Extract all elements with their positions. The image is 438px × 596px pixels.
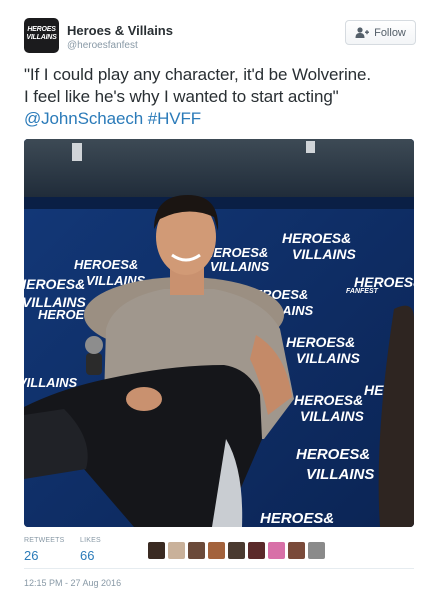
backdrop-logo-13: HEROES& (260, 510, 334, 527)
liker-avatar[interactable] (308, 542, 325, 559)
backdrop-logo-4b: VILLAINS (292, 246, 356, 262)
backdrop-logo-12b: VILLAINS (306, 466, 374, 483)
follow-user-icon (355, 27, 370, 38)
liker-avatar[interactable] (228, 542, 245, 559)
backdrop-logo-tag: FANFEST (346, 288, 379, 295)
tweet-photo[interactable]: HEROES& VILLAINS HEROES& VILLAINS HEROES… (24, 139, 414, 527)
tweet-text: "If I could play any character, it'd be … (24, 64, 424, 130)
hashtag-link[interactable]: #HVFF (148, 109, 201, 128)
retweets-label: RETWEETS (24, 537, 65, 544)
retweets-count[interactable]: 26 (24, 548, 38, 563)
profile-avatar[interactable]: HEROES VILLAINS (24, 18, 59, 53)
follow-button[interactable]: Follow (345, 20, 416, 45)
backdrop-logo-10: VILLAINS (24, 375, 78, 390)
display-name[interactable]: Heroes & Villains (67, 23, 173, 38)
backdrop-logo-11: HEROES& (294, 392, 363, 408)
backdrop-logo-4: HEROES& (282, 230, 351, 246)
tweet-line-1: "If I could play any character, it'd be … (24, 65, 371, 84)
backdrop-logo-12: HEROES& (296, 446, 370, 463)
tweet-stats: RETWEETS 26 LIKES 66 (24, 533, 414, 569)
avatar-logo-line1: HEROES (27, 26, 56, 33)
tweet-timestamp[interactable]: 12:15 PM - 27 Aug 2016 (24, 578, 121, 588)
tweet-header: HEROES VILLAINS Heroes & Villains @heroe… (24, 18, 416, 58)
liker-avatar[interactable] (168, 542, 185, 559)
photo-image: HEROES& VILLAINS HEROES& VILLAINS HEROES… (24, 139, 414, 527)
likes-count[interactable]: 66 (80, 548, 94, 563)
backdrop-logo-11b: VILLAINS (300, 408, 364, 424)
likers-avatars (148, 542, 325, 559)
tweet-line-2: I feel like he's why I wanted to start a… (24, 87, 339, 106)
liker-avatar[interactable] (268, 542, 285, 559)
liker-avatar[interactable] (248, 542, 265, 559)
liker-avatar[interactable] (188, 542, 205, 559)
backdrop-logo-2: HEROES& (74, 257, 138, 272)
backdrop-logo-8b: VILLAINS (296, 350, 360, 366)
avatar-logo-line2: VILLAINS (26, 34, 57, 41)
liker-avatar[interactable] (148, 542, 165, 559)
backdrop-logo-3b: VILLAINS (210, 259, 270, 274)
user-handle[interactable]: @heroesfanfest (67, 40, 138, 51)
follow-label: Follow (374, 26, 406, 39)
backdrop-logo-1: HEROES& (24, 276, 85, 292)
mention-link[interactable]: @JohnSchaech (24, 109, 143, 128)
likes-label: LIKES (80, 537, 101, 544)
liker-avatar[interactable] (208, 542, 225, 559)
backdrop-logo-8: HEROES& (286, 334, 355, 350)
liker-avatar[interactable] (288, 542, 305, 559)
